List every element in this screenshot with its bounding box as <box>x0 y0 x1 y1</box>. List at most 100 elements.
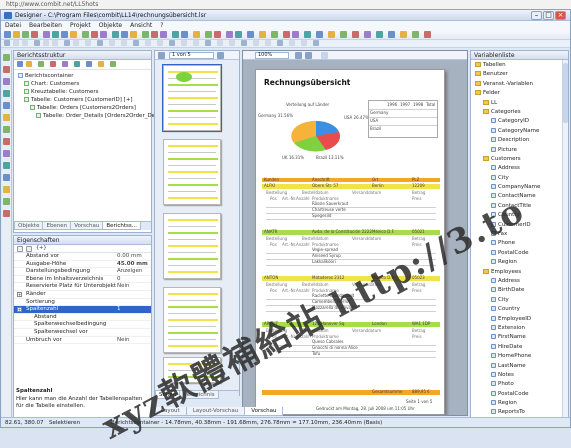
property-row[interactable]: Sortierung <box>14 299 151 307</box>
format-tool-icon[interactable] <box>205 40 211 46</box>
view-tab[interactable]: Vorschau <box>244 407 284 416</box>
zoom-select[interactable]: 100% <box>255 52 289 59</box>
structure-tree-item[interactable]: Chart: Customers <box>16 80 149 88</box>
structure-tab[interactable]: Objekte <box>14 222 44 230</box>
structure-tool-icon[interactable] <box>38 61 44 67</box>
variable-tree-item[interactable]: Employees <box>473 268 566 277</box>
page-selector[interactable]: 1 von 5 <box>169 52 214 59</box>
object-tool-icon[interactable] <box>3 138 10 145</box>
minimize-button[interactable]: – <box>531 11 542 20</box>
toolbar-tool-icon[interactable] <box>259 31 266 38</box>
toolbar-tool-icon[interactable] <box>283 31 290 38</box>
format-tool-icon[interactable] <box>169 40 175 46</box>
structure-tool-icon[interactable] <box>26 61 32 67</box>
toolbar-tool-icon[interactable] <box>226 31 233 38</box>
object-tool-icon[interactable] <box>3 198 10 205</box>
object-tool-icon[interactable] <box>3 150 10 157</box>
toolbar-tool-icon[interactable] <box>181 31 188 38</box>
toolbar-tool-icon[interactable] <box>31 31 38 38</box>
object-tool-icon[interactable] <box>3 210 10 217</box>
variable-tree-item[interactable]: Country <box>473 305 566 314</box>
format-tool-icon[interactable] <box>34 40 40 46</box>
variable-tree-item[interactable]: CategoryID <box>473 117 566 126</box>
structure-tool-icon[interactable] <box>74 61 80 67</box>
category-view-icon[interactable] <box>26 246 32 252</box>
expand-icon[interactable]: + <box>17 307 22 313</box>
variable-tree-item[interactable]: BirthDate <box>473 286 566 295</box>
variable-tree-item[interactable]: Picture <box>473 146 566 155</box>
structure-tool-icon[interactable] <box>17 61 23 67</box>
toolbar-tool-icon[interactable] <box>376 31 383 38</box>
toolbar-tool-icon[interactable] <box>364 31 371 38</box>
variable-tree-item[interactable]: City <box>473 296 566 305</box>
sort-az-icon[interactable] <box>17 246 23 252</box>
page-thumbnail[interactable] <box>163 213 221 279</box>
format-tool-icon[interactable] <box>121 40 127 46</box>
structure-tab[interactable]: Ebenen <box>42 222 72 230</box>
variable-tree-item[interactable]: Address <box>473 277 566 286</box>
structure-tab[interactable]: Berichtss... <box>102 222 141 230</box>
first-page-icon[interactable] <box>158 52 165 59</box>
menu-bearbeiten[interactable]: Bearbeiten <box>25 22 66 29</box>
structure-tree-item[interactable]: Tabelle: Order_Details [Orders2Order_Det… <box>16 112 159 120</box>
property-row[interactable]: Spaltenwechselbedingung <box>14 321 151 329</box>
variable-tree-item[interactable]: Extension <box>473 324 566 333</box>
toolbar-tool-icon[interactable] <box>214 31 221 38</box>
variable-tree-item[interactable]: Customers <box>473 155 566 164</box>
toolbar-tool-icon[interactable] <box>316 31 323 38</box>
property-row[interactable]: Reservierte Platz für Unterobjekt Nein <box>14 283 151 291</box>
format-tool-icon[interactable] <box>97 40 103 46</box>
toolbar-tool-icon[interactable] <box>412 31 419 38</box>
variable-tree-item[interactable]: Benutzer <box>473 70 566 79</box>
toolbar-tool-icon[interactable] <box>304 31 311 38</box>
structure-tool-icon[interactable] <box>110 61 116 67</box>
menu-ansicht[interactable]: Ansicht <box>126 22 156 29</box>
format-tool-icon[interactable] <box>313 40 319 46</box>
structure-tree-item[interactable]: Berichtscontainer <box>16 72 149 80</box>
object-tool-icon[interactable] <box>3 66 10 73</box>
zoom-in-icon[interactable] <box>295 52 302 59</box>
variable-tree-item[interactable]: City <box>473 174 566 183</box>
format-tool-icon[interactable] <box>241 40 247 46</box>
view-tab[interactable]: Layout-Vorschau <box>185 407 246 416</box>
variable-tree-item[interactable]: Region <box>473 399 566 408</box>
variable-tree-item[interactable]: Address <box>473 164 566 173</box>
toolbar-tool-icon[interactable] <box>388 31 395 38</box>
toolbar-tool-icon[interactable] <box>400 31 407 38</box>
format-tool-icon[interactable] <box>52 40 58 46</box>
toolbar-tool-icon[interactable] <box>22 31 29 38</box>
property-row[interactable]: Abstand <box>14 314 151 322</box>
object-tool-icon[interactable] <box>3 114 10 121</box>
property-row[interactable]: + Ränder <box>14 291 151 299</box>
toolbar-tool-icon[interactable] <box>142 31 149 38</box>
variable-tree-item[interactable]: CompanyName <box>473 183 566 192</box>
close-button[interactable]: × <box>555 11 566 20</box>
toolbar-tool-icon[interactable] <box>4 31 11 38</box>
variable-tree-item[interactable]: Photo <box>473 380 566 389</box>
toolbar-tool-icon[interactable] <box>235 31 242 38</box>
variable-tree-item[interactable]: LL <box>473 99 566 108</box>
expand-icon[interactable]: + <box>17 291 22 297</box>
format-tool-icon[interactable] <box>73 40 79 46</box>
format-tool-icon[interactable] <box>229 40 235 46</box>
variable-tree-item[interactable]: HireDate <box>473 343 566 352</box>
property-row[interactable]: Ausgabe-Höhe 45.00 mm <box>14 261 151 269</box>
object-tool-icon[interactable] <box>3 186 10 193</box>
property-row[interactable]: Spaltenwechsel vor <box>14 329 151 337</box>
toolbar-tool-icon[interactable] <box>292 31 299 38</box>
variable-tree-item[interactable]: Region <box>473 258 566 267</box>
menu-projekt[interactable]: Projekt <box>66 22 95 29</box>
toolbar-tool-icon[interactable] <box>172 31 179 38</box>
variable-tree-item[interactable]: Categories <box>473 108 566 117</box>
toolbar-tool-icon[interactable] <box>100 31 107 38</box>
property-row[interactable]: + Spaltenzahl 1 <box>14 306 151 314</box>
toolbar-tool-icon[interactable] <box>247 31 254 38</box>
format-tool-icon[interactable] <box>301 40 307 46</box>
format-tool-icon[interactable] <box>145 40 151 46</box>
toolbar-tool-icon[interactable] <box>151 31 158 38</box>
format-tool-icon[interactable] <box>217 40 223 46</box>
toolbar-tool-icon[interactable] <box>112 31 119 38</box>
print-icon[interactable] <box>321 52 328 59</box>
maximize-button[interactable]: □ <box>543 11 554 20</box>
toolbar-tool-icon[interactable] <box>328 31 335 38</box>
